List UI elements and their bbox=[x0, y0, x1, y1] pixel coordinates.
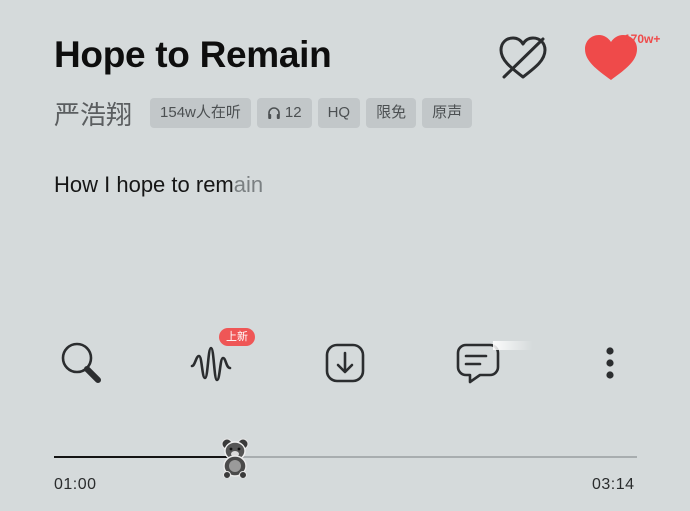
download-icon bbox=[325, 343, 365, 383]
more-vertical-icon bbox=[606, 347, 614, 379]
current-time: 01:00 bbox=[54, 476, 97, 493]
progress-thumb[interactable] bbox=[219, 436, 251, 479]
original-tag[interactable]: 原声 bbox=[422, 98, 473, 128]
free-tag[interactable]: 限免 bbox=[366, 98, 417, 128]
new-badge: 上新 bbox=[219, 328, 255, 346]
search-icon bbox=[61, 342, 101, 383]
artist-name[interactable]: 严浩翔 bbox=[54, 95, 132, 132]
teddy-bear-icon bbox=[221, 438, 249, 479]
download-button[interactable] bbox=[319, 337, 371, 389]
song-title: Hope to Remain bbox=[54, 34, 332, 75]
listeners-tag[interactable]: 154w人在听 bbox=[150, 98, 251, 128]
current-lyric-line[interactable]: How I hope to remain bbox=[54, 172, 263, 198]
headphones-icon bbox=[268, 107, 280, 119]
like-count: 170w+ bbox=[624, 32, 661, 46]
quality-tag[interactable]: HQ bbox=[317, 98, 361, 128]
duration: 03:14 bbox=[592, 476, 635, 493]
more-button[interactable] bbox=[584, 337, 636, 389]
meta-row: 严浩翔 154w人在听 12 HQ 限免 原声 bbox=[54, 95, 478, 132]
lyric-sung: How I hope to rem bbox=[54, 172, 234, 197]
headphones-tag[interactable]: 12 bbox=[256, 98, 312, 128]
lyric-upcoming: ain bbox=[233, 172, 264, 197]
progress-bar[interactable] bbox=[54, 456, 637, 458]
headphones-count: 12 bbox=[284, 104, 302, 121]
heart-slash-icon bbox=[499, 36, 547, 79]
search-button[interactable] bbox=[56, 336, 108, 388]
comment-shade bbox=[493, 341, 533, 350]
progress-fill bbox=[54, 456, 235, 458]
dislike-button[interactable] bbox=[496, 33, 550, 83]
